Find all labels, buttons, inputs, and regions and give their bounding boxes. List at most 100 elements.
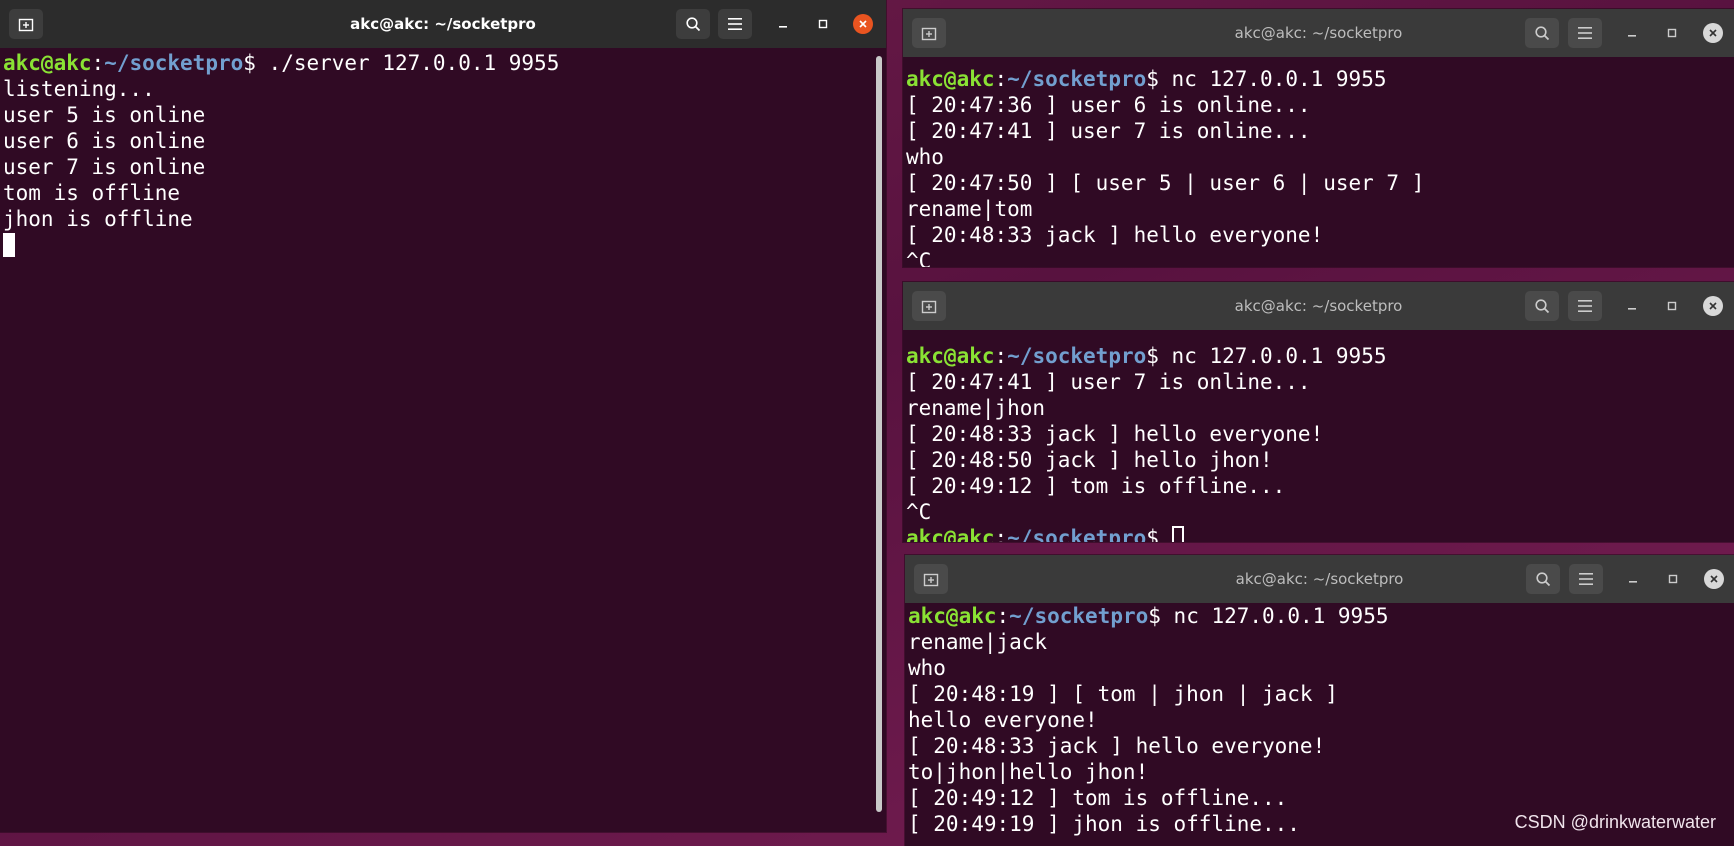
close-button[interactable] [1703,296,1723,316]
search-button[interactable] [1525,291,1559,321]
prompt-line: akc@akc:~/socketpro$ nc 127.0.0.1 9955 [906,343,1734,369]
menu-button[interactable] [1569,564,1603,594]
prompt-separator: : [994,67,1008,91]
output-line: [ 20:47:41 ] user 7 is online... [906,370,1311,394]
prompt-line: akc@akc:~/socketpro$ nc 127.0.0.1 9955 [906,66,1734,92]
output-line: [ 20:48:50 jack ] hello jhon! [906,448,1273,472]
prompt-user: akc@akc [906,344,995,368]
window-title: akc@akc: ~/socketpro [350,15,536,33]
close-icon [1709,302,1717,310]
maximize-button[interactable] [1662,23,1682,43]
hamburger-menu-icon [1579,573,1593,585]
cursor-line [3,232,886,258]
prompt-line: akc@akc:~/socketpro$ [906,525,1734,542]
search-button[interactable] [1526,564,1560,594]
close-button[interactable] [853,14,873,34]
terminal-output[interactable]: akc@akc:~/socketpro$ nc 127.0.0.1 9955 [ … [906,66,1734,267]
watermark: CSDN @drinkwaterwater [1514,812,1716,832]
close-icon [1710,575,1718,583]
search-icon [1535,299,1550,314]
prompt-user: akc@akc [908,604,997,628]
prompt-separator: : [994,344,1008,368]
output-line: who [908,656,946,680]
prompt-separator: : [91,51,105,75]
terminal-window-server[interactable]: akc@akc: ~/socketpro akc@akc:~/socketpro… [0,0,886,832]
minimize-button[interactable] [1622,296,1642,316]
output-line: rename|tom [906,197,1033,221]
prompt-dollar: $ [1148,604,1174,628]
search-button[interactable] [1525,18,1559,48]
title-bar[interactable]: akc@akc: ~/socketpro [905,555,1734,603]
terminal-window-client-jhon[interactable]: akc@akc: ~/socketpro akc@akc:~/socketpro… [903,282,1734,542]
output-line: jhon is offline [3,207,193,231]
title-bar[interactable]: akc@akc: ~/socketpro [903,9,1734,57]
output-line: user 6 is online [3,129,206,153]
prompt-separator: : [994,526,1008,542]
minimize-button[interactable] [1623,569,1643,589]
window-title: akc@akc: ~/socketpro [1235,570,1404,588]
minimize-icon [779,26,787,28]
search-icon [1535,26,1550,41]
close-button[interactable] [1703,23,1723,43]
output-line: hello everyone! [908,708,1098,732]
terminal-output[interactable]: akc@akc:~/socketpro$ nc 127.0.0.1 9955 re… [908,603,1734,846]
prompt-dollar: $ [1146,526,1172,542]
maximize-button[interactable] [813,14,833,34]
prompt-dollar: $ [1146,344,1172,368]
command-text: ./server 127.0.0.1 9955 [268,51,560,75]
prompt-user: akc@akc [3,51,92,75]
minimize-button[interactable] [1622,23,1642,43]
title-bar[interactable]: akc@akc: ~/socketpro [0,0,886,48]
hamburger-menu-icon [1578,27,1592,39]
terminal-output[interactable]: akc@akc:~/socketpro$ nc 127.0.0.1 9955[ … [906,343,1734,542]
terminal-window-client-jack[interactable]: akc@akc: ~/socketpro akc@akc:~/socketpro… [905,555,1734,846]
close-icon [859,20,867,28]
prompt-path: ~/socketpro [1009,604,1149,628]
menu-button[interactable] [1568,291,1602,321]
output-line: ^C [906,249,932,267]
output-line: tom is offline [3,181,181,205]
close-icon [1709,29,1717,37]
terminal-window-client-tom[interactable]: akc@akc: ~/socketpro akc@akc:~/socketpro… [903,9,1734,267]
maximize-icon [818,19,828,29]
search-icon [686,17,701,32]
output-line: who [906,145,944,169]
output-line: to|jhon|hello jhon! [908,760,1149,784]
output-line: [ 20:48:33 jack ] hello everyone! [908,734,1326,758]
menu-button[interactable] [1568,18,1602,48]
output-line: [ 20:49:12 ] tom is offline... [906,474,1286,498]
output-line: rename|jhon [906,396,1046,420]
prompt-line: akc@akc:~/socketpro$ ./server 127.0.0.1 … [3,50,886,76]
close-button[interactable] [1704,569,1724,589]
output-line: listening... [3,77,155,101]
output-line: user 7 is online [3,155,206,179]
minimize-icon [1628,308,1636,310]
minimize-icon [1629,581,1637,583]
prompt-path: ~/socketpro [1007,526,1147,542]
prompt-dollar: $ [243,51,269,75]
hamburger-menu-icon [1578,300,1592,312]
prompt-path: ~/socketpro [104,51,244,75]
minimize-button[interactable] [773,14,793,34]
command-text: nc 127.0.0.1 9955 [1171,344,1387,368]
maximize-icon [1668,574,1678,584]
maximize-icon [1667,28,1677,38]
maximize-icon [1667,301,1677,311]
hamburger-menu-icon [728,18,742,30]
search-button[interactable] [676,9,710,39]
prompt-path: ~/socketpro [1007,67,1147,91]
output-line: ^C [906,500,932,524]
output-line: [ 20:48:19 ] [ tom | jhon | jack ] [908,682,1338,706]
text-cursor [1171,526,1184,542]
menu-button[interactable] [718,9,752,39]
title-bar[interactable]: akc@akc: ~/socketpro [903,282,1734,330]
output-line: [ 20:48:33 jack ] hello everyone! [906,223,1324,247]
terminal-output[interactable]: akc@akc:~/socketpro$ ./server 127.0.0.1 … [3,50,886,832]
scrollbar[interactable] [876,56,882,812]
maximize-button[interactable] [1663,569,1683,589]
search-icon [1536,572,1551,587]
maximize-button[interactable] [1662,296,1682,316]
output-line: rename|jack [908,630,1048,654]
prompt-separator: : [996,604,1010,628]
window-title: akc@akc: ~/socketpro [1234,297,1403,315]
